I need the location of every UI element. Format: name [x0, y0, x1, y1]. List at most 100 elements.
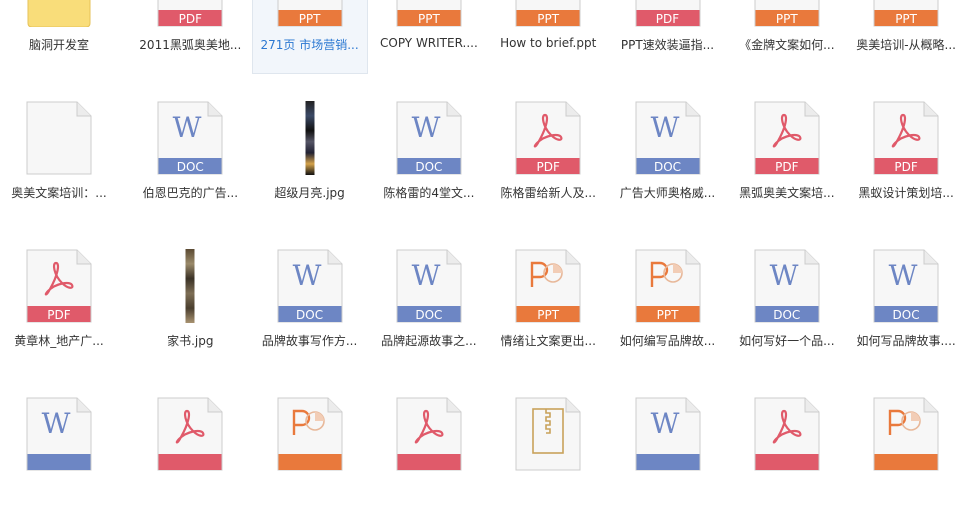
file-item[interactable]: [371, 378, 487, 518]
word-file-icon: W: [26, 397, 92, 471]
file-item[interactable]: PPT 奥美培训-从概略...: [848, 0, 957, 74]
pdf-file-icon: PDF: [873, 101, 939, 175]
svg-text:W: W: [42, 407, 71, 440]
file-item[interactable]: W DOC 伯恩巴克的广告...: [132, 82, 248, 222]
pdf-file-icon: PDF: [26, 249, 92, 323]
file-item[interactable]: PPT COPY WRITER....: [371, 0, 487, 74]
file-type-badge: DOC: [296, 308, 324, 322]
file-name-label: 超级月亮.jpg: [274, 186, 345, 200]
photo-strip: [185, 249, 195, 323]
zip-file-icon: [515, 397, 581, 471]
file-type-badge: PPT: [537, 12, 560, 26]
file-type-badge: DOC: [176, 160, 204, 174]
file-name-label: 2011黑弧奥美地...: [139, 38, 242, 52]
svg-text:W: W: [412, 111, 441, 144]
file-item[interactable]: PPT 《金牌文案如何...: [729, 0, 845, 74]
pdf-file-icon: [754, 397, 820, 471]
word-file-icon: W DOC: [396, 249, 462, 323]
image-thumbnail-icon: [157, 249, 223, 323]
word-file-icon: W DOC: [635, 101, 701, 175]
file-name-label: COPY WRITER....: [380, 36, 478, 50]
pdf-file-icon: PDF: [515, 101, 581, 175]
file-type-badge: PPT: [417, 12, 440, 26]
file-name-label: 271页 市场营销...: [260, 38, 359, 52]
file-item[interactable]: PDF 陈格雷给新人及...: [490, 82, 606, 222]
svg-text:W: W: [769, 259, 798, 292]
file-item[interactable]: PDF 黑蚁设计策划培...: [848, 82, 957, 222]
file-name-label: 如何编写品牌故...: [619, 334, 716, 348]
file-name-label: 广告大师奥格威...: [619, 186, 716, 200]
file-type-badge: PPT: [656, 308, 679, 322]
file-item[interactable]: PPT 如何编写品牌故...: [610, 230, 726, 370]
file-item[interactable]: [132, 378, 248, 518]
file-name-label: 《金牌文案如何...: [739, 38, 835, 52]
file-name-label: 奥美培训-从概略...: [856, 38, 956, 52]
svg-text:W: W: [650, 407, 679, 440]
file-item[interactable]: [252, 378, 368, 518]
file-type-badge: DOC: [415, 160, 443, 174]
file-type-badge: DOC: [653, 160, 682, 174]
file-item[interactable]: PDF 2011黑弧奥美地...: [132, 0, 248, 74]
file-item[interactable]: PPT How to brief.ppt: [490, 0, 606, 74]
word-file-icon: W DOC: [277, 249, 343, 323]
file-type-badge: PDF: [178, 12, 202, 26]
file-grid: 脑洞开发室 PDF 2011黑弧奥美地... PPT 271页 市场营销... PP…: [0, 0, 957, 471]
blank-file-icon: [26, 101, 92, 175]
file-type-badge: DOC: [892, 308, 920, 322]
word-file-icon: W DOC: [396, 101, 462, 175]
file-item[interactable]: W DOC 陈格雷的4堂文...: [371, 82, 487, 222]
file-name-label: 伯恩巴克的广告...: [142, 186, 239, 200]
file-type-badge: PDF: [894, 160, 918, 174]
file-item[interactable]: PPT 情绪让文案更出...: [490, 230, 606, 370]
file-name-label: 品牌故事写作方...: [261, 334, 358, 348]
ppt-file-icon: PPT: [277, 0, 343, 27]
file-name-label: 黑弧奥美文案培...: [739, 186, 835, 200]
file-name-label: 脑洞开发室: [28, 38, 89, 52]
file-type-badge: PPT: [895, 12, 917, 26]
svg-text:W: W: [173, 111, 202, 144]
file-name-label: 家书.jpg: [167, 334, 214, 348]
file-item[interactable]: W DOC 如何写好一个品...: [729, 230, 845, 370]
file-name-label: 黄章林_地产广...: [14, 334, 104, 348]
pdf-file-icon: PDF: [157, 0, 223, 27]
file-type-badge: DOC: [773, 308, 801, 322]
file-item[interactable]: PDF 黄章林_地产广...: [1, 230, 117, 370]
file-type-badge: PPT: [775, 12, 798, 26]
word-file-icon: W DOC: [754, 249, 820, 323]
file-item[interactable]: [729, 378, 845, 518]
file-item[interactable]: 脑洞开发室: [1, 0, 117, 74]
file-type-badge: PDF: [775, 160, 799, 174]
svg-text:W: W: [292, 259, 321, 292]
file-name-label: 奥美文案培训：...: [11, 186, 107, 200]
image-thumbnail-icon: [277, 101, 343, 175]
word-file-icon: W DOC: [157, 101, 223, 175]
file-type-badge: PDF: [47, 308, 71, 322]
file-item[interactable]: [848, 378, 957, 518]
file-item[interactable]: PDF PPT速效装逼指...: [610, 0, 726, 74]
file-item[interactable]: W DOC 如何写品牌故事....: [848, 230, 957, 370]
file-name-label: 如何写品牌故事....: [856, 334, 956, 348]
ppt-file-icon: PPT: [396, 0, 462, 27]
file-item[interactable]: PPT 271页 市场营销...: [251, 0, 368, 74]
word-file-icon: W DOC: [873, 249, 939, 323]
file-item[interactable]: W DOC 品牌故事写作方...: [252, 230, 368, 370]
file-item[interactable]: 家书.jpg: [132, 230, 248, 370]
powerpoint-file-icon: PPT: [635, 249, 701, 323]
file-name-label: 如何写好一个品...: [739, 334, 835, 348]
file-item[interactable]: 超级月亮.jpg: [252, 82, 368, 222]
word-file-icon: W: [635, 397, 701, 471]
ppt-file-icon: PPT: [515, 0, 581, 27]
file-type-badge: DOC: [415, 308, 443, 322]
file-item[interactable]: W DOC 品牌起源故事之...: [371, 230, 487, 370]
powerpoint-file-icon: [277, 397, 343, 471]
file-item[interactable]: 奥美文案培训：...: [1, 82, 117, 222]
file-item[interactable]: W: [1, 378, 117, 518]
file-item[interactable]: W: [610, 378, 726, 518]
file-item[interactable]: W DOC 广告大师奥格威...: [610, 82, 726, 222]
file-type-badge: PDF: [655, 12, 680, 26]
file-item[interactable]: PDF 黑弧奥美文案培...: [729, 82, 845, 222]
file-item[interactable]: [490, 378, 606, 518]
file-name-label: 陈格雷的4堂文...: [383, 186, 475, 200]
svg-text:W: W: [650, 111, 679, 144]
photo-strip: [305, 101, 315, 175]
